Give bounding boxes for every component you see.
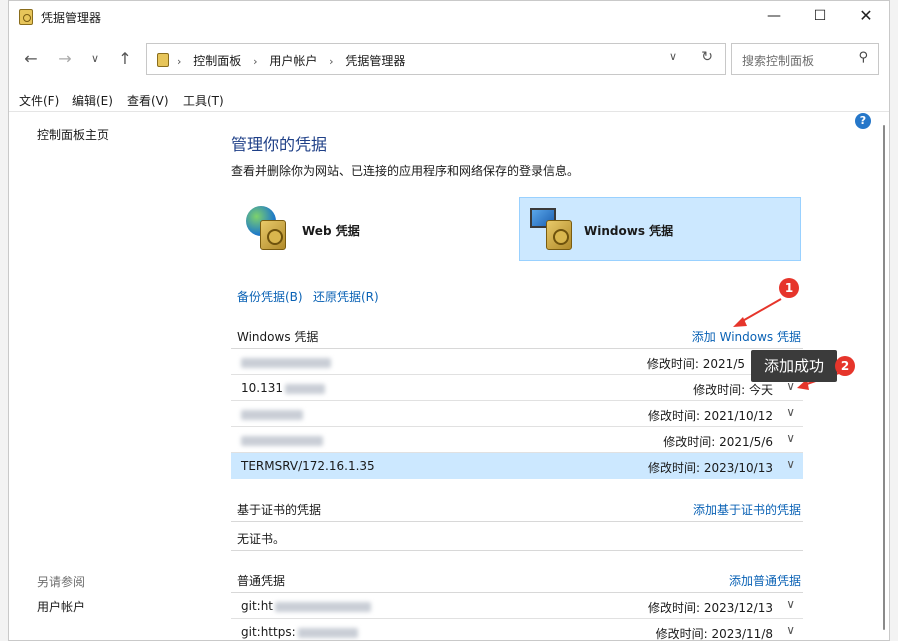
add-generic-credential-link[interactable]: 添加普通凭据 xyxy=(729,572,801,589)
web-credentials-button[interactable]: Web 凭据 xyxy=(237,197,519,261)
credential-name: git:https: xyxy=(241,625,358,639)
success-tooltip: 添加成功 xyxy=(751,350,837,382)
title-bar[interactable]: 凭据管理器 — ☐ ✕ xyxy=(9,1,889,33)
minimize-button[interactable]: — xyxy=(751,1,797,33)
credential-row[interactable]: 修改时间: 2021/10/12 ∨ xyxy=(231,401,803,427)
add-windows-credential-link[interactable]: 添加 Windows 凭据 xyxy=(692,328,801,345)
windows-credentials-button[interactable]: Windows 凭据 xyxy=(519,197,801,261)
search-icon[interactable]: ⚲ xyxy=(858,50,868,65)
control-panel-icon xyxy=(157,53,169,67)
breadcrumb-item-credential-manager[interactable]: 凭据管理器 xyxy=(345,54,405,68)
help-icon[interactable]: ? xyxy=(855,113,871,129)
window-title: 凭据管理器 xyxy=(41,11,102,25)
back-arrow-icon[interactable]: ← xyxy=(19,47,43,71)
annotation-arrow-1 xyxy=(738,298,782,324)
search-input[interactable]: 搜索控制面板 ⚲ xyxy=(731,43,879,75)
navigation-bar: ← → ∨ ↑ › 控制面板 › 用户帐户 › 凭据管理器 ∨ ↻ 搜索控制面板… xyxy=(9,39,889,79)
content-divider xyxy=(9,111,889,112)
see-also-heading: 另请参阅 xyxy=(37,575,86,589)
address-dropdown-chevron-icon[interactable]: ∨ xyxy=(669,50,677,63)
forward-arrow-icon[interactable]: → xyxy=(53,47,77,71)
credential-name: TERMSRV/172.16.1.35 xyxy=(241,459,375,473)
windows-credentials-heading: Windows 凭据 xyxy=(237,330,319,344)
annotation-badge-2: 2 xyxy=(835,356,855,376)
address-bar[interactable]: › 控制面板 › 用户帐户 › 凭据管理器 ∨ ↻ xyxy=(146,43,726,75)
credential-modified: 修改时间: 2021/10/12 xyxy=(647,409,773,423)
web-credentials-label: Web 凭据 xyxy=(302,224,360,238)
credential-modified: 修改时间: 2023/11/8 xyxy=(655,627,773,641)
credential-row[interactable]: git:https: 修改时间: 2023/11/8 ∨ xyxy=(231,619,803,641)
search-placeholder: 搜索控制面板 xyxy=(742,54,815,68)
credential-name: git:ht xyxy=(241,599,372,613)
scrollbar[interactable] xyxy=(883,125,885,630)
credential-modified: 修改时间: 2021/5 xyxy=(646,357,745,371)
credential-modified: 修改时间: 今天 xyxy=(693,383,773,397)
breadcrumb: › 控制面板 › 用户帐户 › 凭据管理器 xyxy=(177,52,413,69)
vault-icon xyxy=(260,220,286,250)
control-panel-home-link[interactable]: 控制面板主页 xyxy=(37,126,109,143)
credential-name xyxy=(241,355,331,369)
credential-modified: 修改时间: 2023/12/13 xyxy=(647,601,773,615)
user-accounts-link[interactable]: 用户帐户 xyxy=(37,598,85,615)
breadcrumb-item-user-accounts[interactable]: 用户帐户 xyxy=(269,54,317,68)
close-button[interactable]: ✕ xyxy=(843,1,889,33)
add-certificate-credential-link[interactable]: 添加基于证书的凭据 xyxy=(693,501,801,518)
up-arrow-icon[interactable]: ↑ xyxy=(113,47,137,71)
breadcrumb-separator-icon[interactable]: › xyxy=(177,55,181,68)
restore-credentials-link[interactable]: 还原凭据(R) xyxy=(313,288,379,305)
credential-row-selected[interactable]: TERMSRV/172.16.1.35 修改时间: 2023/10/13 ∨ xyxy=(231,453,803,479)
breadcrumb-item-control-panel[interactable]: 控制面板 xyxy=(193,54,241,68)
recent-locations-chevron-icon[interactable]: ∨ xyxy=(83,47,107,71)
expand-chevron-icon[interactable]: ∨ xyxy=(786,597,795,611)
maximize-button[interactable]: ☐ xyxy=(797,1,843,33)
refresh-icon[interactable]: ↻ xyxy=(701,49,713,65)
credential-manager-icon xyxy=(19,9,33,25)
page-description: 查看并删除你为网站、已连接的应用程序和网络保存的登录信息。 xyxy=(231,164,580,178)
windows-credentials-label: Windows 凭据 xyxy=(584,224,674,238)
expand-chevron-icon[interactable]: ∨ xyxy=(786,457,795,471)
credential-row[interactable]: 修改时间: 2021/5/6 ∨ xyxy=(231,427,803,453)
menu-edit[interactable]: 编辑(E) xyxy=(72,92,113,109)
annotation-badge-1: 1 xyxy=(779,278,799,298)
expand-chevron-icon[interactable]: ∨ xyxy=(786,431,795,445)
menu-view[interactable]: 查看(V) xyxy=(127,92,169,109)
credential-name: 10.131 xyxy=(241,381,325,395)
breadcrumb-separator-icon[interactable]: › xyxy=(329,55,333,68)
section-divider xyxy=(231,521,803,522)
annotation-arrowhead-1 xyxy=(733,317,747,327)
credential-name xyxy=(241,433,323,447)
expand-chevron-icon[interactable]: ∨ xyxy=(786,623,795,637)
expand-chevron-icon[interactable]: ∨ xyxy=(786,405,795,419)
no-certificates-text: 无证书。 xyxy=(237,532,286,546)
page-title: 管理你的凭据 xyxy=(231,135,328,154)
menu-file[interactable]: 文件(F) xyxy=(19,92,59,109)
credential-modified: 修改时间: 2023/10/13 xyxy=(647,461,773,475)
credential-manager-window: 凭据管理器 — ☐ ✕ ← → ∨ ↑ › 控制面板 › 用户帐户 › 凭据管理… xyxy=(8,0,890,641)
credential-row[interactable]: git:ht 修改时间: 2023/12/13 ∨ xyxy=(231,593,803,619)
credential-row[interactable]: 10.131 修改时间: 今天 ∨ xyxy=(231,375,803,401)
section-divider xyxy=(231,550,803,551)
vault-icon xyxy=(546,220,572,250)
menu-tools[interactable]: 工具(T) xyxy=(183,92,224,109)
credential-name xyxy=(241,407,303,421)
menu-bar: 文件(F) 编辑(E) 查看(V) 工具(T) xyxy=(9,89,889,111)
breadcrumb-separator-icon[interactable]: › xyxy=(253,55,257,68)
backup-credentials-link[interactable]: 备份凭据(B) xyxy=(237,288,303,305)
certificate-credentials-heading: 基于证书的凭据 xyxy=(237,503,322,517)
credential-modified: 修改时间: 2021/5/6 xyxy=(663,435,773,449)
generic-credentials-heading: 普通凭据 xyxy=(237,574,286,588)
credential-row[interactable]: 修改时间: 2021/5 xyxy=(231,349,803,375)
